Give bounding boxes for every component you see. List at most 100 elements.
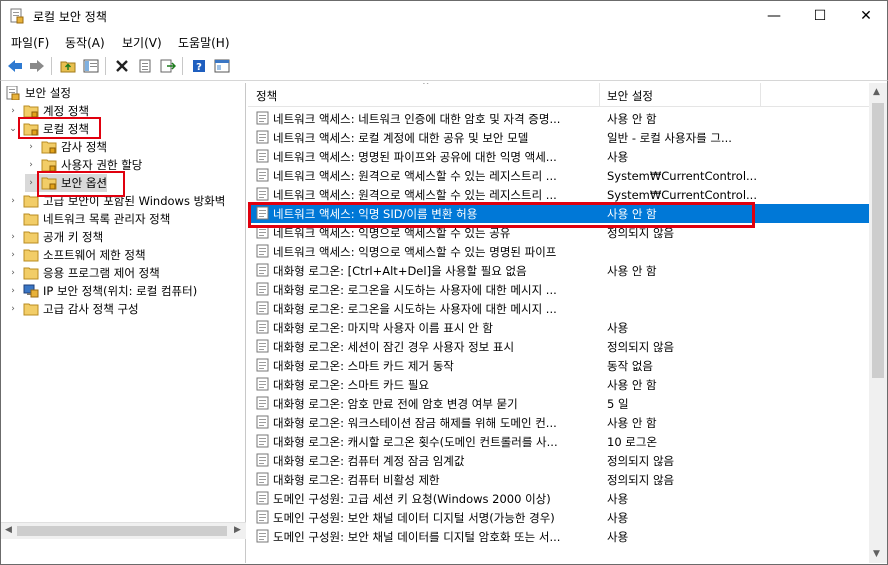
highlight-local-policy xyxy=(18,117,101,139)
policy-setting-value: 정의되지 않음 xyxy=(607,339,675,354)
policy-row[interactable]: 대화형 로그온: 스마트 카드 필요 사용 안 함 xyxy=(248,375,869,394)
tree-item-app-control[interactable]: › 응용 프로그램 제어 정책 xyxy=(7,264,160,282)
policy-row[interactable]: 네트워크 액세스: 명명된 파이프와 공유에 대한 익명 액세... 사용 xyxy=(248,147,869,166)
scroll-down-icon[interactable]: ▼ xyxy=(873,549,880,559)
policy-row[interactable]: 네트워크 액세스: 원격으로 액세스할 수 있는 레지스트리 ... System… xyxy=(248,166,869,185)
policy-setting-icon xyxy=(256,529,270,543)
policy-row[interactable]: 대화형 로그온: 컴퓨터 비활성 제한 정의되지 않음 xyxy=(248,470,869,489)
minimize-button[interactable]: — xyxy=(751,1,797,31)
tree-item-label: 고급 감사 정책 구성 xyxy=(43,302,139,316)
policy-setting-icon xyxy=(256,301,270,315)
policy-row[interactable]: 대화형 로그온: 컴퓨터 계정 잠금 임계값 정의되지 않음 xyxy=(248,451,869,470)
back-icon[interactable] xyxy=(5,57,25,75)
show-hide-tree-icon[interactable] xyxy=(81,57,101,75)
policy-row[interactable]: 대화형 로그온: 암호 만료 전에 암호 변경 여부 묻기 5 일 xyxy=(248,394,869,413)
policy-row[interactable]: 대화형 로그온: 캐시할 로그온 횟수(도메인 컨트롤러를 사... 10 로그온 xyxy=(248,432,869,451)
tree-item-software-restriction[interactable]: › 소프트웨어 제한 정책 xyxy=(7,246,145,264)
export-list-icon[interactable] xyxy=(158,57,178,75)
policy-row[interactable]: 네트워크 액세스: 네트워크 인증에 대한 암호 및 자격 증명... 사용 안 … xyxy=(248,109,869,128)
tree-item-label: 네트워크 목록 관리자 정책 xyxy=(43,212,171,226)
scroll-thumb[interactable] xyxy=(17,526,227,536)
policy-setting-value: 일반 - 로컬 사용자를 그... xyxy=(607,130,732,145)
policy-name: 대화형 로그온: 스마트 카드 필요 xyxy=(273,377,430,392)
policy-name: 네트워크 액세스: 원격으로 액세스할 수 있는 레지스트리 ... xyxy=(273,187,557,202)
policy-setting-value: 사용 안 함 xyxy=(607,377,657,392)
policy-setting-value: 사용 xyxy=(607,491,629,506)
policy-row[interactable]: 대화형 로그온: 스마트 카드 제거 동작 동작 없음 xyxy=(248,356,869,375)
policy-setting-value: 정의되지 않음 xyxy=(607,453,675,468)
policy-row[interactable]: 대화형 로그온: 워크스테이션 잠금 해제를 위해 도메인 컨... 사용 안 함 xyxy=(248,413,869,432)
policy-row[interactable]: 도메인 구성원: 보안 채널 데이터를 디지털 암호화 또는 서... 사용 xyxy=(248,527,869,546)
policy-row[interactable]: 네트워크 액세스: 로컬 계정에 대한 공유 및 보안 모델 일반 - 로컬 사용… xyxy=(248,128,869,147)
menu-view[interactable]: 보기(V) xyxy=(122,34,162,51)
show-console-icon[interactable] xyxy=(212,57,232,75)
menu-action[interactable]: 동작(A) xyxy=(65,34,105,51)
policy-row[interactable]: 대화형 로그온: [Ctrl+Alt+Del]을 사용할 필요 없음 사용 안 함 xyxy=(248,261,869,280)
forward-icon[interactable] xyxy=(27,57,47,75)
folder-icon xyxy=(41,141,57,154)
policy-setting-icon xyxy=(256,510,270,524)
tree-item-audit-policy[interactable]: › 감사 정책 xyxy=(25,138,107,156)
delete-icon[interactable] xyxy=(112,57,132,75)
policy-setting-value: 정의되지 않음 xyxy=(607,472,675,487)
column-header-setting[interactable]: 보안 설정 xyxy=(607,88,653,104)
tree-item-public-key[interactable]: › 공개 키 정책 xyxy=(7,228,103,246)
list-vertical-scrollbar[interactable]: ▲ ▼ xyxy=(869,83,887,563)
policy-setting-icon xyxy=(256,111,270,125)
column-header-policy[interactable]: 정책 xyxy=(256,88,277,104)
policy-setting-icon xyxy=(256,130,270,144)
policy-setting-value: 10 로그온 xyxy=(607,434,658,449)
expand-icon[interactable]: › xyxy=(7,196,19,206)
tree-item-ip-security[interactable]: › IP 보안 정책(위치: 로컬 컴퓨터) xyxy=(7,282,197,300)
scroll-thumb[interactable] xyxy=(872,103,884,378)
expand-icon[interactable]: › xyxy=(25,142,37,152)
policy-setting-icon xyxy=(256,187,270,201)
list-header: ^ 정책 보안 설정 xyxy=(248,83,869,107)
policy-name: 네트워크 액세스: 로컬 계정에 대한 공유 및 보안 모델 xyxy=(273,130,529,145)
scroll-right-icon[interactable]: ▶ xyxy=(234,525,241,535)
help-icon[interactable]: ? xyxy=(189,57,209,75)
policy-setting-icon xyxy=(256,263,270,277)
policy-name: 대화형 로그온: 스마트 카드 제거 동작 xyxy=(273,358,454,373)
menu-file[interactable]: 파일(F) xyxy=(11,34,49,51)
window-title: 로컬 보안 정책 xyxy=(33,10,107,24)
policy-row[interactable]: 도메인 구성원: 고급 세션 키 요청(Windows 2000 이상) 사용 xyxy=(248,489,869,508)
expand-icon[interactable]: › xyxy=(7,232,19,242)
policy-row[interactable]: 대화형 로그온: 로그온을 시도하는 사용자에 대한 메시지 ... xyxy=(248,299,869,318)
up-folder-icon[interactable] xyxy=(58,57,78,75)
maximize-button[interactable]: ☐ xyxy=(797,1,843,31)
close-button[interactable]: ✕ xyxy=(843,1,888,31)
expand-icon[interactable]: › xyxy=(25,178,37,188)
policy-row[interactable]: 대화형 로그온: 세션이 잠긴 경우 사용자 정보 표시 정의되지 않음 xyxy=(248,337,869,356)
expand-icon[interactable]: › xyxy=(7,304,19,314)
tree-horizontal-scrollbar[interactable]: ◀ ▶ xyxy=(1,522,246,539)
policy-setting-value: 사용 xyxy=(607,529,629,544)
policy-name: 대화형 로그온: 컴퓨터 비활성 제한 xyxy=(273,472,440,487)
policy-name: 대화형 로그온: [Ctrl+Alt+Del]을 사용할 필요 없음 xyxy=(273,263,527,278)
scroll-up-icon[interactable]: ▲ xyxy=(873,87,880,97)
tree-item-advanced-audit[interactable]: › 고급 감사 정책 구성 xyxy=(7,300,139,318)
scroll-left-icon[interactable]: ◀ xyxy=(5,525,12,535)
tree-item-label: 응용 프로그램 제어 정책 xyxy=(43,266,160,280)
policy-setting-icon xyxy=(256,434,270,448)
policy-setting-icon xyxy=(256,491,270,505)
policy-name: 네트워크 액세스: 네트워크 인증에 대한 암호 및 자격 증명... xyxy=(273,111,561,126)
ip-security-icon xyxy=(23,284,39,298)
expand-icon[interactable]: › xyxy=(25,160,37,170)
policy-row[interactable]: 대화형 로그온: 로그온을 시도하는 사용자에 대한 메시지 ... xyxy=(248,280,869,299)
policy-setting-value: 사용 xyxy=(607,510,629,525)
expand-icon[interactable]: › xyxy=(7,250,19,260)
policy-row[interactable]: 네트워크 액세스: 익명으로 액세스할 수 있는 명명된 파이프 xyxy=(248,242,869,261)
policy-setting-icon xyxy=(256,415,270,429)
tree-item-network-list[interactable]: 네트워크 목록 관리자 정책 xyxy=(7,210,170,228)
properties-icon[interactable] xyxy=(135,57,155,75)
tree-root[interactable]: 보안 설정 xyxy=(5,84,71,102)
policy-row[interactable]: 도메인 구성원: 보안 채널 데이터 디지털 서명(가능한 경우) 사용 xyxy=(248,508,869,527)
expand-icon[interactable]: › xyxy=(7,268,19,278)
policy-name: 대화형 로그온: 컴퓨터 계정 잠금 임계값 xyxy=(273,453,465,468)
policy-setting-icon xyxy=(256,358,270,372)
expand-icon[interactable]: › xyxy=(7,106,19,116)
expand-icon[interactable]: › xyxy=(7,286,19,296)
menu-help[interactable]: 도움말(H) xyxy=(178,34,230,51)
policy-row[interactable]: 대화형 로그온: 마지막 사용자 이름 표시 안 함 사용 xyxy=(248,318,869,337)
